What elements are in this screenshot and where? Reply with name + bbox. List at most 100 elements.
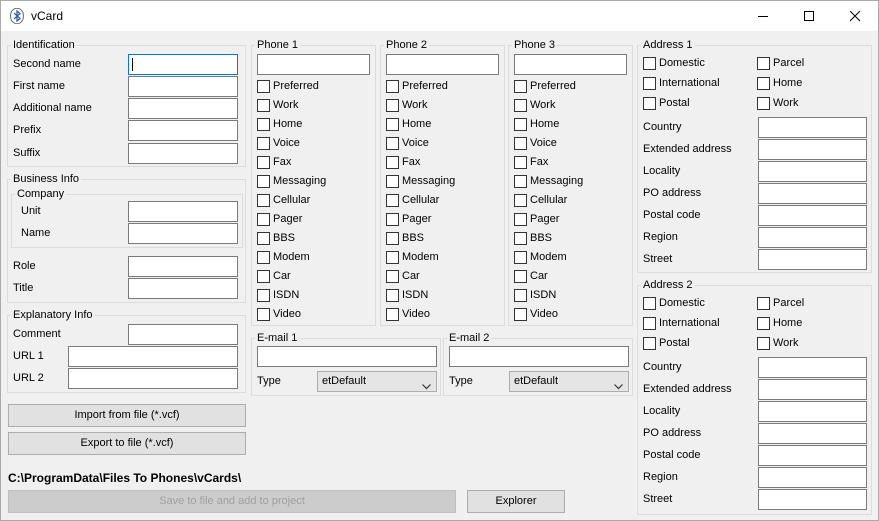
- phone3-cellular-checkbox[interactable]: Cellular: [514, 193, 567, 207]
- phone3-home-checkbox-box[interactable]: [514, 117, 527, 131]
- phone2-video-checkbox[interactable]: Video: [386, 307, 430, 321]
- prefix-input[interactable]: [128, 120, 238, 141]
- phone2-modem-checkbox-box[interactable]: [386, 250, 399, 264]
- address1-home-checkbox-box[interactable]: [757, 76, 770, 90]
- phone1-pager-checkbox[interactable]: Pager: [257, 212, 302, 226]
- phone2-work-checkbox-box[interactable]: [386, 98, 399, 112]
- phone3-work-checkbox-box[interactable]: [514, 98, 527, 112]
- phone3-preferred-checkbox-box[interactable]: [514, 79, 527, 93]
- phone1-video-checkbox[interactable]: Video: [257, 307, 301, 321]
- address2-domestic-checkbox-box[interactable]: [643, 296, 656, 310]
- phone2-number-input[interactable]: [386, 54, 499, 75]
- phone3-pager-checkbox-box[interactable]: [514, 212, 527, 226]
- phone3-fax-checkbox-box[interactable]: [514, 155, 527, 169]
- phone2-modem-checkbox[interactable]: Modem: [386, 250, 439, 264]
- phone2-messaging-checkbox[interactable]: Messaging: [386, 174, 455, 188]
- phone2-voice-checkbox[interactable]: Voice: [386, 136, 429, 150]
- phone1-cellular-checkbox-box[interactable]: [257, 193, 270, 207]
- email1-input[interactable]: [257, 346, 437, 367]
- suffix-input[interactable]: [128, 143, 238, 164]
- email1-type-select[interactable]: etDefault: [317, 371, 437, 392]
- address1-parcel-checkbox-box[interactable]: [757, 56, 770, 70]
- phone3-video-checkbox-box[interactable]: [514, 307, 527, 321]
- address2-postal-code-input[interactable]: [758, 445, 867, 466]
- role-input[interactable]: [128, 256, 238, 277]
- address1-extended-address-input[interactable]: [758, 139, 867, 160]
- close-button[interactable]: [832, 1, 878, 31]
- address1-international-checkbox[interactable]: International: [643, 76, 720, 90]
- phone2-bbs-checkbox-box[interactable]: [386, 231, 399, 245]
- phone3-bbs-checkbox[interactable]: BBS: [514, 231, 552, 245]
- address1-postal-checkbox-box[interactable]: [643, 96, 656, 110]
- phone3-preferred-checkbox[interactable]: Preferred: [514, 79, 576, 93]
- address2-po-address-input[interactable]: [758, 423, 867, 444]
- address2-work-checkbox[interactable]: Work: [757, 336, 798, 350]
- phone1-voice-checkbox-box[interactable]: [257, 136, 270, 150]
- phone1-modem-checkbox[interactable]: Modem: [257, 250, 310, 264]
- phone3-isdn-checkbox-box[interactable]: [514, 288, 527, 302]
- phone1-bbs-checkbox[interactable]: BBS: [257, 231, 295, 245]
- phone1-work-checkbox[interactable]: Work: [257, 98, 298, 112]
- phone1-work-checkbox-box[interactable]: [257, 98, 270, 112]
- phone2-preferred-checkbox-box[interactable]: [386, 79, 399, 93]
- address2-locality-input[interactable]: [758, 401, 867, 422]
- email2-type-select[interactable]: etDefault: [509, 371, 629, 392]
- export-button[interactable]: Export to file (*.vcf): [8, 432, 246, 455]
- unit-input[interactable]: [128, 201, 238, 222]
- minimize-button[interactable]: [740, 1, 786, 31]
- phone1-preferred-checkbox[interactable]: Preferred: [257, 79, 319, 93]
- url1-input[interactable]: [68, 346, 238, 367]
- phone1-preferred-checkbox-box[interactable]: [257, 79, 270, 93]
- phone2-pager-checkbox-box[interactable]: [386, 212, 399, 226]
- phone2-home-checkbox-box[interactable]: [386, 117, 399, 131]
- import-button[interactable]: Import from file (*.vcf): [8, 404, 246, 427]
- phone3-car-checkbox[interactable]: Car: [514, 269, 548, 283]
- address1-parcel-checkbox[interactable]: Parcel: [757, 56, 804, 70]
- address2-home-checkbox-box[interactable]: [757, 316, 770, 330]
- address2-country-input[interactable]: [758, 357, 867, 378]
- phone3-modem-checkbox[interactable]: Modem: [514, 250, 567, 264]
- phone1-isdn-checkbox[interactable]: ISDN: [257, 288, 299, 302]
- phone2-work-checkbox[interactable]: Work: [386, 98, 427, 112]
- phone2-isdn-checkbox-box[interactable]: [386, 288, 399, 302]
- second-name-input[interactable]: [128, 54, 238, 75]
- phone3-modem-checkbox-box[interactable]: [514, 250, 527, 264]
- phone3-home-checkbox[interactable]: Home: [514, 117, 559, 131]
- phone3-number-input[interactable]: [514, 54, 627, 75]
- phone2-cellular-checkbox-box[interactable]: [386, 193, 399, 207]
- phone1-pager-checkbox-box[interactable]: [257, 212, 270, 226]
- phone1-number-input[interactable]: [257, 54, 370, 75]
- address2-postal-checkbox[interactable]: Postal: [643, 336, 690, 350]
- comment-input[interactable]: [128, 324, 238, 345]
- phone1-cellular-checkbox[interactable]: Cellular: [257, 193, 310, 207]
- phone3-video-checkbox[interactable]: Video: [514, 307, 558, 321]
- phone3-pager-checkbox[interactable]: Pager: [514, 212, 559, 226]
- maximize-button[interactable]: [786, 1, 832, 31]
- address2-parcel-checkbox[interactable]: Parcel: [757, 296, 804, 310]
- address2-street-input[interactable]: [758, 489, 867, 510]
- phone1-video-checkbox-box[interactable]: [257, 307, 270, 321]
- address1-work-checkbox[interactable]: Work: [757, 96, 798, 110]
- phone2-fax-checkbox-box[interactable]: [386, 155, 399, 169]
- phone2-fax-checkbox[interactable]: Fax: [386, 155, 420, 169]
- phone3-bbs-checkbox-box[interactable]: [514, 231, 527, 245]
- phone1-car-checkbox[interactable]: Car: [257, 269, 291, 283]
- address1-street-input[interactable]: [758, 249, 867, 270]
- additional-name-input[interactable]: [128, 98, 238, 119]
- phone1-home-checkbox[interactable]: Home: [257, 117, 302, 131]
- phone2-messaging-checkbox-box[interactable]: [386, 174, 399, 188]
- phone1-home-checkbox-box[interactable]: [257, 117, 270, 131]
- phone1-messaging-checkbox[interactable]: Messaging: [257, 174, 326, 188]
- address2-extended-address-input[interactable]: [758, 379, 867, 400]
- phone2-bbs-checkbox[interactable]: BBS: [386, 231, 424, 245]
- phone3-voice-checkbox-box[interactable]: [514, 136, 527, 150]
- first-name-input[interactable]: [128, 76, 238, 97]
- phone3-car-checkbox-box[interactable]: [514, 269, 527, 283]
- phone3-messaging-checkbox-box[interactable]: [514, 174, 527, 188]
- address1-po-address-input[interactable]: [758, 183, 867, 204]
- phone3-messaging-checkbox[interactable]: Messaging: [514, 174, 583, 188]
- phone2-voice-checkbox-box[interactable]: [386, 136, 399, 150]
- phone3-fax-checkbox[interactable]: Fax: [514, 155, 548, 169]
- phone3-isdn-checkbox[interactable]: ISDN: [514, 288, 556, 302]
- phone2-video-checkbox-box[interactable]: [386, 307, 399, 321]
